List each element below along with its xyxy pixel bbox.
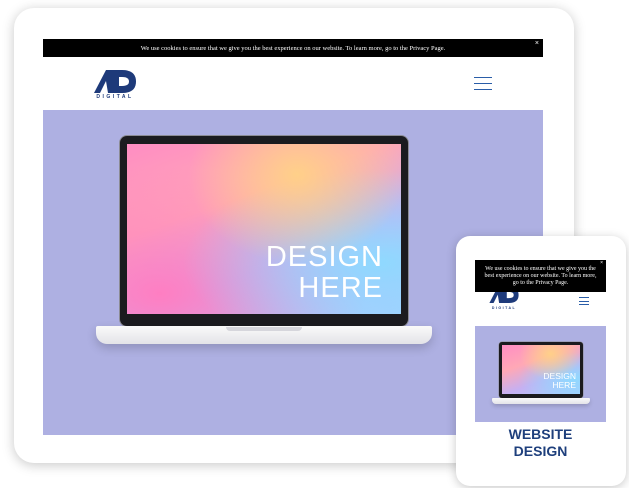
phone-display-text-line2: HERE bbox=[552, 380, 576, 390]
cookie-notice-text: We use cookies to ensure that we give yo… bbox=[140, 44, 446, 52]
phone-laptop-base bbox=[492, 398, 590, 404]
phone-logo-text: DIGITAL bbox=[491, 306, 517, 310]
hamburger-icon[interactable] bbox=[474, 77, 492, 91]
cookie-notice-bar: We use cookies to ensure that we give yo… bbox=[43, 39, 543, 57]
phone-laptop-display: DESIGN HERE bbox=[502, 345, 580, 394]
phone-screen: DIGITAL We use cookies to ensure that we… bbox=[475, 255, 606, 483]
laptop-display: DESIGN HERE bbox=[127, 144, 401, 314]
mockup-stage: We use cookies to ensure that we give yo… bbox=[0, 0, 629, 488]
close-icon[interactable]: × bbox=[600, 261, 603, 266]
phone-device: DIGITAL We use cookies to ensure that we… bbox=[456, 236, 626, 486]
heading-line1: WEBSITE bbox=[508, 426, 573, 442]
phone-cookie-notice-text: We use cookies to ensure that we give yo… bbox=[484, 265, 597, 286]
ad-logo-mark bbox=[94, 70, 136, 93]
phone-section-heading: WEBSITE DESIGN bbox=[475, 426, 606, 460]
display-text-line2: HERE bbox=[298, 272, 383, 304]
laptop-illustration: DESIGN HERE bbox=[120, 136, 408, 326]
phone-cookie-notice: We use cookies to ensure that we give yo… bbox=[475, 260, 606, 292]
site-header: DIGITAL bbox=[43, 57, 543, 110]
laptop-notch bbox=[226, 327, 302, 331]
hamburger-icon[interactable] bbox=[579, 297, 589, 305]
ad-logo-icon[interactable]: DIGITAL bbox=[92, 68, 138, 101]
display-text-line1: DESIGN bbox=[265, 241, 383, 273]
logo-text: DIGITAL bbox=[96, 94, 134, 100]
phone-laptop-illustration: DESIGN HERE bbox=[499, 342, 583, 398]
heading-line2: DESIGN bbox=[513, 443, 568, 459]
laptop-base bbox=[96, 326, 432, 344]
close-icon[interactable]: × bbox=[535, 40, 539, 48]
